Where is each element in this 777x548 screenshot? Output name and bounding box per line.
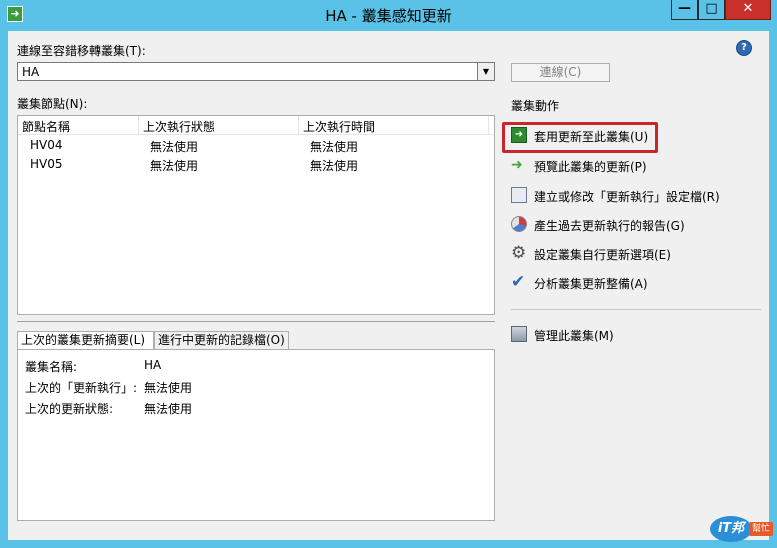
column-divider[interactable] — [488, 116, 489, 134]
maximize-button[interactable]: □ — [698, 0, 725, 20]
close-button[interactable]: ✕ — [725, 0, 771, 20]
title-bar[interactable]: ➜ HA - 叢集感知更新 — □ ✕ — [0, 0, 777, 30]
minimize-button[interactable]: — — [671, 0, 698, 20]
summary-panel: 叢集名稱: HA 上次的「更新執行」: 無法使用 上次的更新狀態: 無法使用 — [17, 349, 495, 521]
connect-label: 連線至容錯移轉叢集(T): — [17, 44, 146, 58]
gear-icon: ⚙ — [511, 243, 527, 263]
help-icon[interactable]: ? — [736, 40, 752, 56]
column-header-node-name[interactable]: 節點名稱 — [22, 118, 70, 135]
minimize-icon: — — [678, 1, 691, 16]
app-window: ➜ HA - 叢集感知更新 — □ ✕ ? 連線至容錯移轉叢集(T): HA ▼… — [0, 0, 777, 548]
preview-arrow-icon: ➜ — [511, 157, 523, 173]
close-icon: ✕ — [742, 1, 754, 16]
column-header-last-run-status[interactable]: 上次執行狀態 — [143, 118, 215, 135]
cluster-name-value: HA — [144, 358, 162, 372]
action-label: 套用更新至此叢集(U) — [534, 130, 649, 144]
checkmark-icon: ✔ — [511, 272, 526, 292]
nodes-label: 叢集節點(N): — [17, 97, 88, 111]
action-label: 產生過去更新執行的報告(G) — [534, 219, 685, 233]
apply-updates-icon: ➜ — [511, 127, 527, 143]
nodes-listview[interactable]: 節點名稱 上次執行狀態 上次執行時間 HV04 無法使用 無法使用 HV05 無… — [17, 115, 495, 315]
column-divider[interactable] — [298, 116, 299, 134]
last-update-status-label: 上次的更新狀態: — [25, 402, 114, 416]
action-label: 分析叢集更新整備(A) — [534, 277, 648, 291]
pane-splitter[interactable] — [17, 321, 495, 322]
nodes-list-header: 節點名稱 上次執行狀態 上次執行時間 — [18, 116, 494, 135]
window-title: HA - 叢集感知更新 — [325, 7, 452, 25]
server-icon — [511, 326, 527, 342]
last-update-run-label: 上次的「更新執行」: — [25, 381, 138, 395]
column-divider[interactable] — [138, 116, 139, 134]
last-update-status-value: 無法使用 — [144, 402, 193, 416]
actions-divider — [511, 309, 761, 310]
watermark-tag: 幫忙 — [749, 522, 773, 536]
tab-last-update-summary[interactable]: 上次的叢集更新摘要(L) — [17, 331, 154, 351]
node-name-cell: HV05 — [30, 157, 63, 171]
cluster-actions-heading: 叢集動作 — [511, 99, 560, 113]
action-label: 建立或修改「更新執行」設定檔(R) — [534, 190, 720, 204]
table-row[interactable]: HV04 無法使用 無法使用 — [18, 136, 494, 155]
last-update-run-value: 無法使用 — [144, 381, 193, 395]
time-cell: 無法使用 — [310, 140, 359, 154]
action-label: 設定叢集自行更新選項(E) — [534, 248, 671, 262]
report-pie-icon — [511, 216, 527, 232]
action-label: 管理此叢集(M) — [534, 329, 614, 343]
cluster-combobox-value: HA — [22, 65, 40, 79]
cluster-combobox[interactable]: HA ▼ — [17, 62, 495, 81]
status-cell: 無法使用 — [150, 159, 199, 173]
status-cell: 無法使用 — [150, 140, 199, 154]
node-name-cell: HV04 — [30, 138, 63, 152]
maximize-icon: □ — [705, 1, 718, 16]
time-cell: 無法使用 — [310, 159, 359, 173]
action-label: 預覽此叢集的更新(P) — [534, 160, 647, 174]
connect-button[interactable]: 連線(C) — [511, 63, 610, 82]
column-header-last-run-time[interactable]: 上次執行時間 — [303, 118, 375, 135]
watermark-logo: iT邦 — [710, 516, 752, 542]
table-row[interactable]: HV05 無法使用 無法使用 — [18, 155, 494, 174]
cluster-name-label: 叢集名稱: — [25, 360, 78, 374]
tab-in-progress-log[interactable]: 進行中更新的記錄檔(O) — [154, 331, 289, 350]
profile-document-icon — [511, 187, 527, 203]
dropdown-arrow-icon[interactable]: ▼ — [477, 63, 494, 80]
ithome-watermark: iT邦 幫忙 — [705, 514, 775, 544]
